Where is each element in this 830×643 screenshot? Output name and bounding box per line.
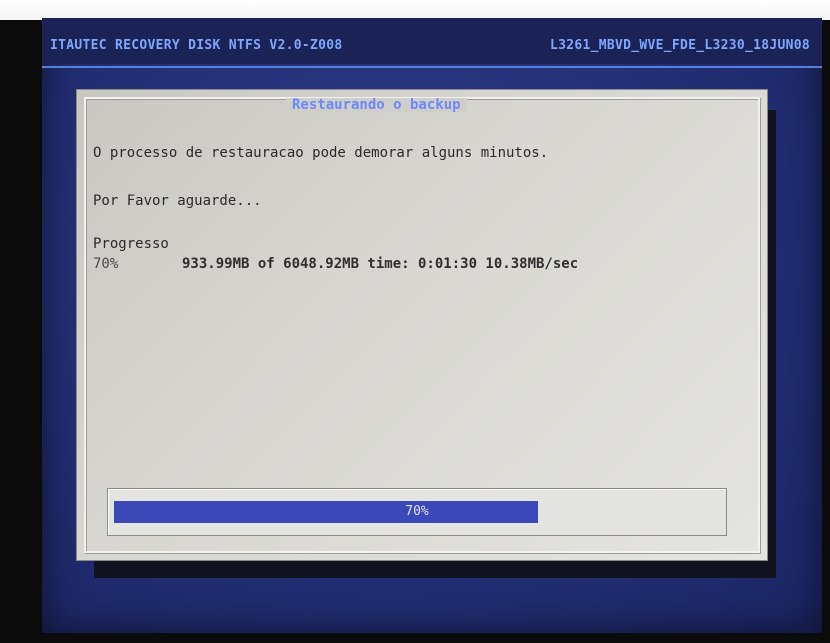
build-id: L3261_MBVD_WVE_FDE_L3230_18JUN08 [549, 38, 810, 53]
progress-stats: 933.99MB of 6048.92MB time: 0:01:30 10.3… [182, 256, 579, 272]
dialog-frame: Restaurando o backup [84, 97, 760, 553]
header-divider [42, 66, 822, 68]
progress-percent: 70% [93, 256, 119, 272]
app-title: ITAUTEC RECOVERY DISK NTFS V2.0-Z008 [50, 38, 343, 53]
recovery-screen: ITAUTEC RECOVERY DISK NTFS V2.0-Z008 L32… [42, 18, 822, 633]
wait-message: Por Favor aguarde... [93, 193, 262, 209]
progress-bar-label: 70% [405, 504, 429, 519]
progress-label: Progresso [93, 236, 169, 252]
restore-message: O processo de restauracao pode demorar a… [93, 145, 549, 161]
monitor-bezel-top [0, 0, 830, 20]
progress-bar: 70% [107, 488, 727, 536]
dialog-title: Restaurando o backup [286, 98, 467, 112]
restore-dialog: Restaurando o backup O processo de resta… [77, 90, 767, 560]
header-bar: ITAUTEC RECOVERY DISK NTFS V2.0-Z008 L32… [42, 18, 822, 64]
